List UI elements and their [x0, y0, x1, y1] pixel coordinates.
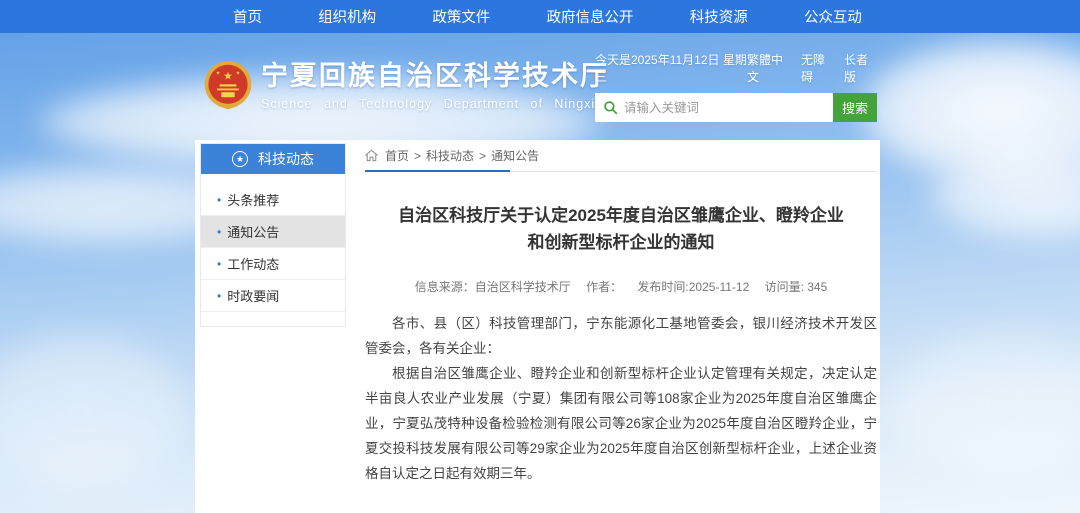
article-body: 各市、县（区）科技管理部门，宁东能源化工基地管委会，银川经济技术开发区管委会，各…	[365, 311, 877, 486]
site-header: ★ ★ ★ 宁夏回族自治区科学技术厅 Science and Technolog…	[0, 33, 1080, 140]
cloud-decoration	[930, 150, 1080, 240]
sidebar-header: ★ 科技动态	[201, 144, 345, 174]
search-button[interactable]: 搜索	[833, 93, 877, 122]
sidebar-item-label: 头条推荐	[227, 190, 279, 209]
meta-visits: 访问量: 345	[765, 280, 828, 294]
national-emblem-logo: ★ ★ ★	[203, 60, 253, 112]
nav-item-policy-documents[interactable]: 政策文件	[432, 6, 490, 27]
sidebar-item-headline-recommend[interactable]: • 头条推荐	[201, 184, 345, 216]
sidebar-item-label: 时政要闻	[227, 286, 279, 305]
sidebar-item-label: 工作动态	[227, 254, 279, 273]
breadcrumb-section[interactable]: 科技动态	[426, 147, 474, 164]
article-title-line2: 和创新型标杆企业的通知	[365, 229, 877, 256]
site-brand: ★ ★ ★ 宁夏回族自治区科学技术厅 Science and Technolog…	[203, 60, 609, 112]
breadcrumb-current[interactable]: 通知公告	[491, 147, 539, 164]
bullet-dot-icon: •	[217, 193, 221, 207]
nav-item-tech-resources[interactable]: 科技资源	[690, 6, 748, 27]
meta-source: 信息来源：自治区科学技术厅	[415, 280, 571, 294]
site-title: 宁夏回族自治区科学技术厅	[261, 60, 609, 92]
search-input[interactable]	[624, 101, 825, 115]
bullet-dot-icon: •	[217, 289, 221, 303]
link-accessibility[interactable]: 无障碍	[801, 51, 834, 85]
article-title-line1: 自治区科技厅关于认定2025年度自治区雏鹰企业、瞪羚企业	[365, 202, 877, 229]
article-paragraph: 根据自治区雏鹰企业、瞪羚企业和创新型标杆企业认定管理有关规定，决定认定半亩良人农…	[365, 361, 877, 486]
search-box	[595, 93, 833, 122]
search-icon	[603, 100, 618, 115]
breadcrumb: 首页 > 科技动态 > 通知公告	[365, 140, 877, 172]
cloud-decoration	[0, 330, 190, 490]
site-subtitle: Science and Technology Department of Nin…	[261, 97, 609, 111]
cloud-decoration	[890, 330, 1080, 480]
home-icon	[365, 149, 378, 162]
meta-publish-time: 发布时间:2025-11-12	[637, 280, 749, 294]
top-navigation-bar: 首页 组织机构 政策文件 政府信息公开 科技资源 公众互动	[0, 0, 1080, 33]
svg-text:★: ★	[236, 70, 241, 76]
article-meta: 信息来源：自治区科学技术厅 作者： 发布时间:2025-11-12 访问量: 3…	[365, 278, 877, 295]
article-paragraph: 各市、县（区）科技管理部门，宁东能源化工基地管委会，银川经济技术开发区管委会，各…	[365, 311, 877, 361]
sidebar-tech-news: ★ 科技动态 • 头条推荐 • 通知公告 • 工作动态 • 时政要闻	[200, 143, 346, 327]
article-title: 自治区科技厅关于认定2025年度自治区雏鹰企业、瞪羚企业 和创新型标杆企业的通知	[365, 202, 877, 256]
breadcrumb-separator: >	[414, 149, 421, 163]
svg-text:★: ★	[216, 70, 221, 76]
breadcrumb-underline	[365, 170, 510, 172]
star-circle-icon: ★	[232, 151, 248, 167]
svg-text:★: ★	[223, 70, 233, 82]
link-elder-version[interactable]: 长者版	[844, 51, 877, 85]
sidebar-title: 科技动态	[258, 149, 314, 169]
bullet-dot-icon: •	[217, 225, 221, 239]
sidebar-item-current-politics[interactable]: • 时政要闻	[201, 280, 345, 312]
nav-item-organization[interactable]: 组织机构	[318, 6, 376, 27]
current-date-text: 今天是2025年11月12日 星期三	[595, 51, 747, 85]
nav-item-home[interactable]: 首页	[233, 6, 262, 27]
sidebar-item-label: 通知公告	[227, 222, 279, 241]
breadcrumb-home[interactable]: 首页	[385, 147, 409, 164]
main-content: 首页 > 科技动态 > 通知公告 自治区科技厅关于认定2025年度自治区雏鹰企业…	[365, 140, 877, 513]
bullet-dot-icon: •	[217, 257, 221, 271]
sidebar-item-notices[interactable]: • 通知公告	[201, 216, 345, 248]
sidebar-item-work-dynamics[interactable]: • 工作动态	[201, 248, 345, 280]
meta-author: 作者：	[586, 280, 622, 294]
breadcrumb-separator: >	[479, 149, 486, 163]
nav-item-gov-info-disclosure[interactable]: 政府信息公开	[547, 6, 634, 27]
content-wrapper: ★ 科技动态 • 头条推荐 • 通知公告 • 工作动态 • 时政要闻	[195, 140, 880, 513]
link-traditional-chinese[interactable]: 繁體中文	[747, 51, 791, 85]
nav-item-public-interaction[interactable]: 公众互动	[804, 6, 862, 27]
